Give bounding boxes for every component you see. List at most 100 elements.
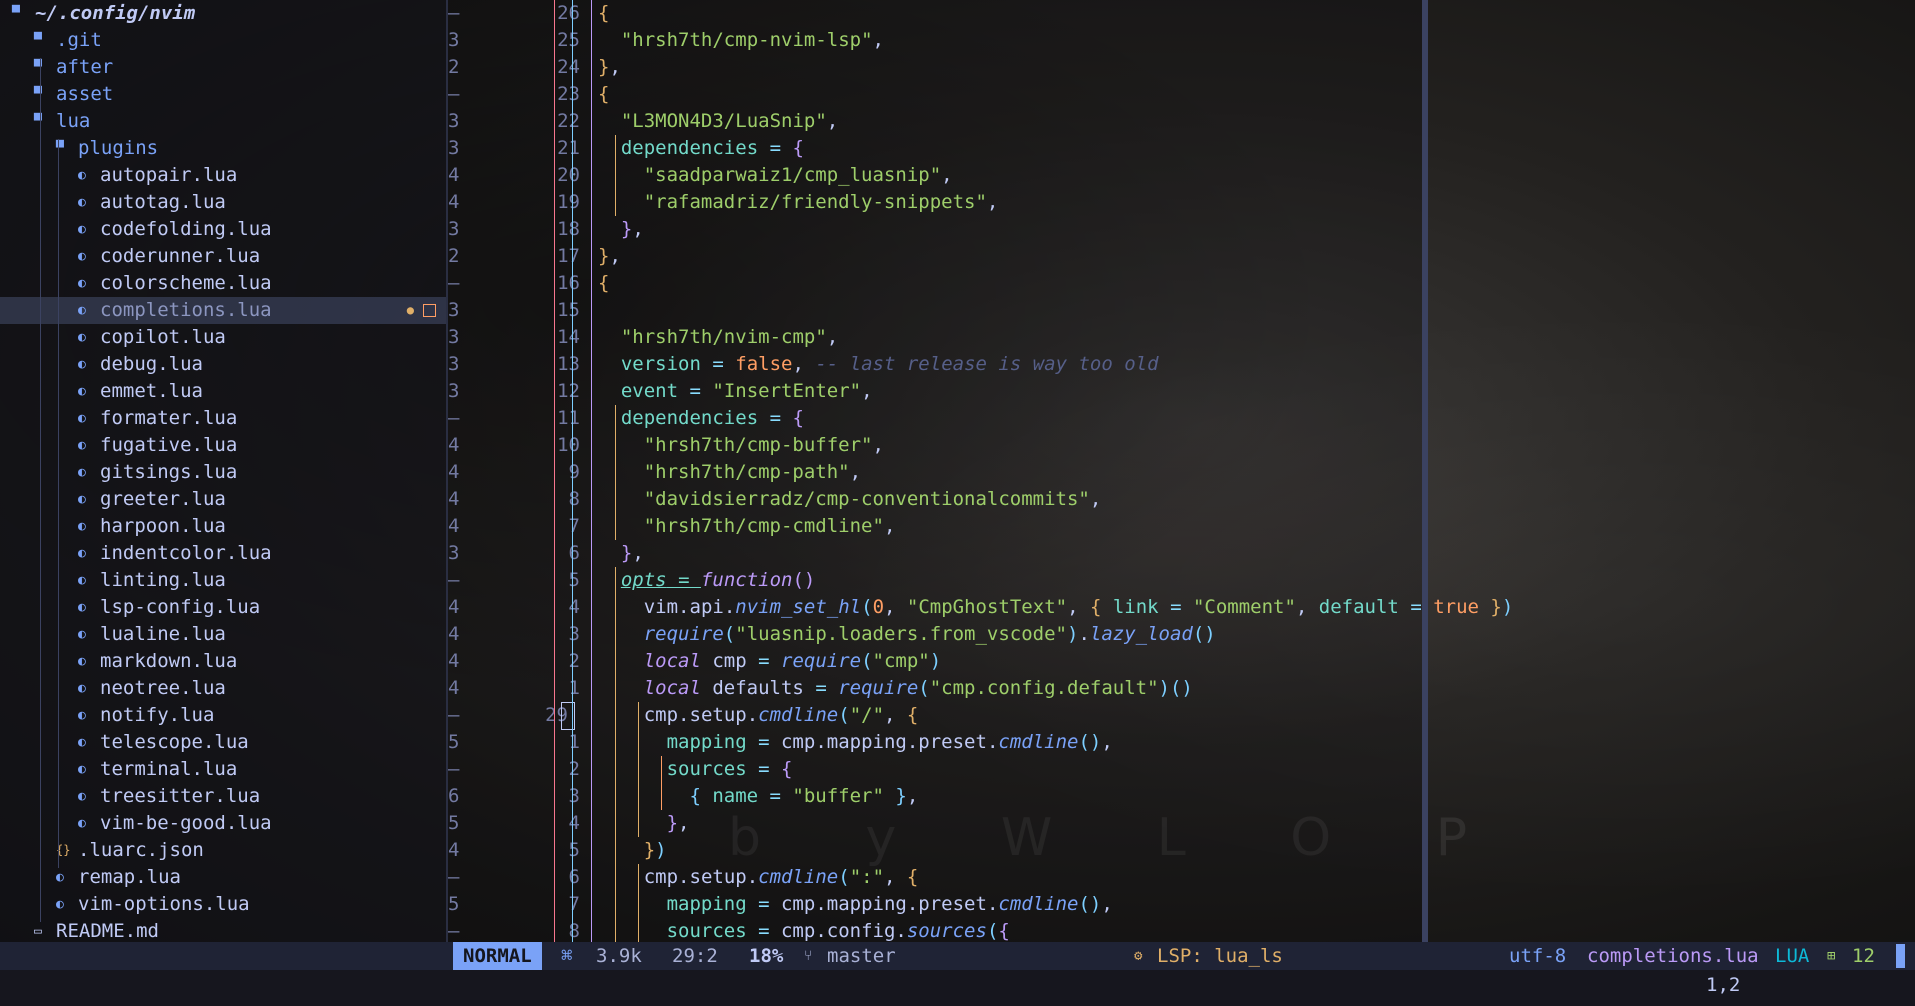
- code-token: }: [598, 56, 610, 78]
- tree-item-asset[interactable]: ▀ asset: [0, 81, 446, 108]
- tree-item-label: linting.lua: [100, 569, 226, 591]
- code-line[interactable]: 3 13 version = false, -- last release is w…: [448, 351, 1422, 378]
- code-token: ,: [884, 704, 907, 726]
- code-token: =: [678, 380, 713, 402]
- tree-item-greeter-lua[interactable]: ◐ greeter.lua: [0, 486, 446, 513]
- code-line[interactable]: 4 7 "hrsh7th/cmp-cmdline",: [448, 513, 1422, 540]
- tree-item-coderunner-lua[interactable]: ◐ coderunner.lua: [0, 243, 446, 270]
- code-token: ): [929, 650, 942, 672]
- tree-item-vim-options-lua[interactable]: ◐ vim-options.lua: [0, 891, 446, 918]
- code-line[interactable]: 3 14 "hrsh7th/nvim-cmp",: [448, 324, 1422, 351]
- tree-item-plugins[interactable]: ▀ plugins: [0, 135, 446, 162]
- tree-item-lualine-lua[interactable]: ◐ lualine.lua: [0, 621, 446, 648]
- tree-item-notify-lua[interactable]: ◐ notify.lua: [0, 702, 446, 729]
- git-branch[interactable]: master: [827, 942, 896, 970]
- code-line[interactable]: 4 20 "saadparwaiz1/cmp_luasnip",: [448, 162, 1422, 189]
- line-number: 3: [568, 623, 580, 645]
- tree-item-codefolding-lua[interactable]: ◐ codefolding.lua: [0, 216, 446, 243]
- tree-item-terminal-lua[interactable]: ◐ terminal.lua: [0, 756, 446, 783]
- code-line[interactable]: 6 3 { name = "buffer" },: [448, 783, 1422, 810]
- code-line[interactable]: 2 17},: [448, 243, 1422, 270]
- editor-scrollbar[interactable]: [1422, 0, 1428, 942]
- code-line[interactable]: 3 21 dependencies = {: [448, 135, 1422, 162]
- tree-item-neotree-lua[interactable]: ◐ neotree.lua: [0, 675, 446, 702]
- tree-item-colorscheme-lua[interactable]: ◐ colorscheme.lua: [0, 270, 446, 297]
- lsp-status[interactable]: LSP: lua_ls: [1157, 942, 1283, 970]
- tree-item-indentcolor-lua[interactable]: ◐ indentcolor.lua: [0, 540, 446, 567]
- code-line[interactable]: 4 3 require("luasnip.loaders.from_vscode")…: [448, 621, 1422, 648]
- code-text: "hrsh7th/cmp-buffer",: [644, 432, 884, 459]
- tree-item-fugative-lua[interactable]: ◐ fugative.lua: [0, 432, 446, 459]
- tree-item-label: telescope.lua: [100, 731, 249, 753]
- code-line[interactable]: –8 sources = cmp.config.sources({: [448, 918, 1422, 945]
- tree-item-autopair-lua[interactable]: ◐ autopair.lua: [0, 162, 446, 189]
- tree-item-lua[interactable]: ▀ lua: [0, 108, 446, 135]
- tree-item-gitsings-lua[interactable]: ◐ gitsings.lua: [0, 459, 446, 486]
- code-line[interactable]: –29 cmp.setup.cmdline("/", {: [448, 702, 1422, 729]
- code-token: "luasnip.loaders.from_vscode": [735, 623, 1067, 645]
- tree-item-autotag-lua[interactable]: ◐ autotag.lua: [0, 189, 446, 216]
- code-token: =: [758, 137, 793, 159]
- tree-item-completions-lua[interactable]: ◐ completions.lua ●: [0, 297, 446, 324]
- code-line[interactable]: – 26 {: [448, 0, 1422, 27]
- code-text: },: [598, 54, 621, 81]
- tree-item-after[interactable]: ▀ after: [0, 54, 446, 81]
- indent-guide: [591, 0, 592, 945]
- tree-item-linting-lua[interactable]: ◐ linting.lua: [0, 567, 446, 594]
- cursor-position: 29:2: [672, 945, 718, 967]
- code-line[interactable]: – 5 opts = function(): [448, 567, 1422, 594]
- code-token: ,: [883, 515, 896, 537]
- code-line[interactable]: 4 2 local cmp = require("cmp"): [448, 648, 1422, 675]
- code-line[interactable]: 2 24},: [448, 54, 1422, 81]
- code-line[interactable]: 3 15: [448, 297, 1422, 324]
- code-line[interactable]: 5 7 mapping = cmp.mapping.preset.cmdline()…: [448, 891, 1422, 918]
- code-line[interactable]: 4 8 "davidsierradz/cmp-conventionalcommits…: [448, 486, 1422, 513]
- code-line[interactable]: 3 25 "hrsh7th/cmp-nvim-lsp",: [448, 27, 1422, 54]
- tree-item-remap-lua[interactable]: ◐ remap.lua: [0, 864, 446, 891]
- code-line[interactable]: 4 10 "hrsh7th/cmp-buffer",: [448, 432, 1422, 459]
- tree-item-formater-lua[interactable]: ◐ formater.lua: [0, 405, 446, 432]
- code-line[interactable]: – 16 {: [448, 270, 1422, 297]
- tree-item-luarc-json[interactable]: {} .luarc.json: [0, 837, 446, 864]
- tree-root[interactable]: ▀ ~/.config/nvim: [0, 0, 446, 27]
- code-token: dependencies: [620, 137, 759, 159]
- lua-file-icon: ◐: [78, 222, 86, 237]
- code-line[interactable]: 3 6},: [448, 540, 1422, 567]
- code-editor[interactable]: –26{3 25 "hrsh7th/cmp-nvim-lsp", 2 24}, –23{3…: [448, 0, 1513, 945]
- code-line[interactable]: 4 9 "hrsh7th/cmp-path",: [448, 459, 1422, 486]
- tree-item-emmet-lua[interactable]: ◐ emmet.lua: [0, 378, 446, 405]
- code-line[interactable]: 4 19 "rafamadriz/friendly-snippets",: [448, 189, 1422, 216]
- code-line[interactable]: – 11 dependencies = {: [448, 405, 1422, 432]
- code-line[interactable]: 4 4 vim.api.nvim_set_hl(0, "CmpGhostText",…: [448, 594, 1513, 621]
- lua-file-icon: ◐: [78, 438, 86, 453]
- tree-item-copilot-lua[interactable]: ◐ copilot.lua: [0, 324, 446, 351]
- tree-item-git[interactable]: ▀ .git: [0, 27, 446, 54]
- tree-item-telescope-lua[interactable]: ◐ telescope.lua: [0, 729, 446, 756]
- tree-item-markdown-lua[interactable]: ◐ markdown.lua: [0, 648, 446, 675]
- tree-item-harpoon-lua[interactable]: ◐ harpoon.lua: [0, 513, 446, 540]
- command-line[interactable]: 1,2: [0, 970, 1915, 1006]
- tree-item-debug-lua[interactable]: ◐ debug.lua: [0, 351, 446, 378]
- code-line[interactable]: –6 cmp.setup.cmdline(":", {: [448, 864, 1422, 891]
- tree-item-readme-md[interactable]: ▭ README.md: [0, 918, 446, 945]
- code-line[interactable]: 4 1 local defaults = require("cmp.config.d…: [448, 675, 1422, 702]
- code-line[interactable]: 3 18},: [448, 216, 1422, 243]
- code-line[interactable]: 5 4},: [448, 810, 1422, 837]
- code-token: .: [815, 920, 827, 942]
- code-token: =: [1398, 596, 1434, 618]
- code-line[interactable]: 3 12 event = "InsertEnter",: [448, 378, 1422, 405]
- fold-level: 4: [448, 164, 460, 186]
- fold-level: 4: [448, 650, 460, 672]
- tree-item-lsp-config-lua[interactable]: ◐ lsp-config.lua: [0, 594, 446, 621]
- code-line[interactable]: – 23 {: [448, 81, 1422, 108]
- code-line[interactable]: 5 1 mapping = cmp.mapping.preset.cmdline()…: [448, 729, 1422, 756]
- code-line[interactable]: 3 22 "L3MON4D3/LuaSnip",: [448, 108, 1422, 135]
- code-text: opts = function(): [621, 567, 816, 594]
- tree-item-treesitter-lua[interactable]: ◐ treesitter.lua: [0, 783, 446, 810]
- code-line[interactable]: – 2 sources = {: [448, 756, 1422, 783]
- code-token: ,: [1295, 596, 1319, 618]
- tree-item-vim-be-good-lua[interactable]: ◐ vim-be-good.lua: [0, 810, 446, 837]
- lua-file-icon: ◐: [78, 654, 86, 669]
- code-text: "hrsh7th/nvim-cmp",: [621, 324, 838, 351]
- code-line[interactable]: 4 5}): [448, 837, 1422, 864]
